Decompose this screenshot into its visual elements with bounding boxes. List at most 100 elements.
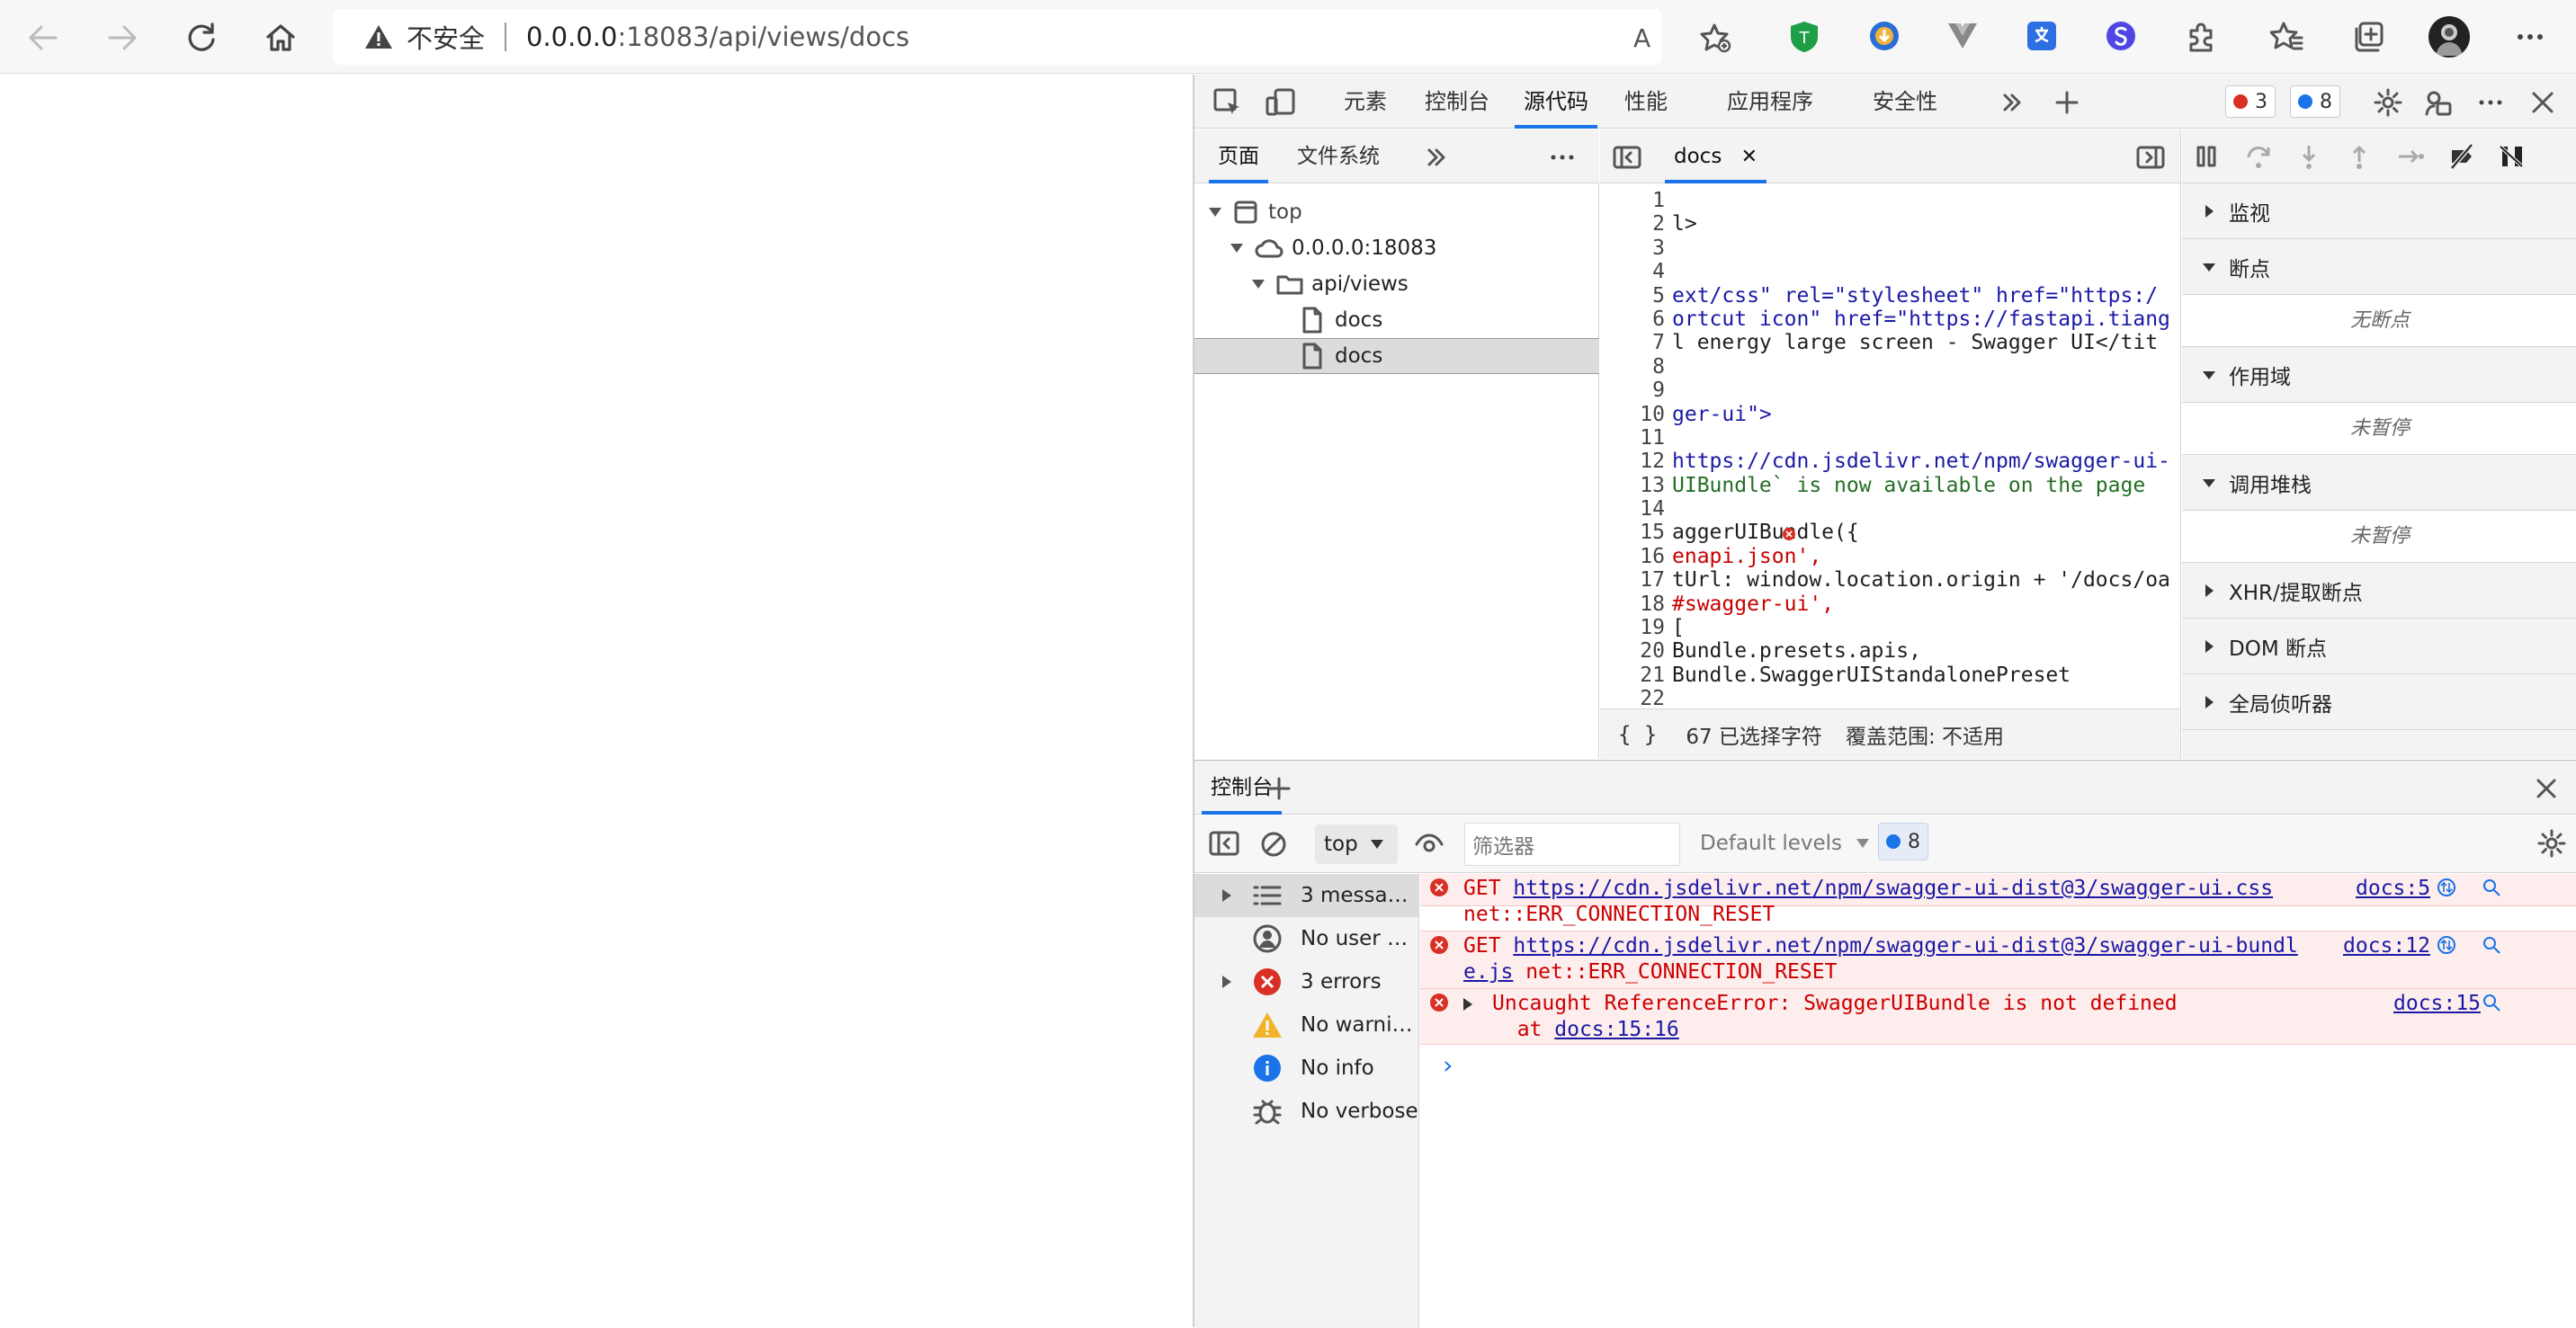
error-count-badge[interactable]: 3	[2225, 85, 2276, 118]
line-number[interactable]: 14	[1600, 497, 1670, 521]
customize-icon[interactable]	[2423, 87, 2454, 118]
s-extension-icon[interactable]	[2105, 20, 2137, 52]
device-toolbar-icon[interactable]	[1265, 87, 1297, 118]
home-button[interactable]	[263, 20, 299, 56]
message-count-badge[interactable]: 8	[2290, 85, 2340, 118]
debugger-section-header[interactable]: 全局侦听器	[2182, 674, 2576, 730]
console-settings-gear-icon[interactable]	[2536, 828, 2567, 859]
line-number[interactable]: 21	[1600, 664, 1670, 687]
close-drawer-icon[interactable]	[2535, 777, 2558, 800]
sidebar-item-info[interactable]: No info	[1194, 1047, 1419, 1090]
translate-extension-icon[interactable]	[2026, 20, 2058, 52]
add-favorite-icon[interactable]	[1700, 22, 1732, 54]
devtools-more-icon[interactable]	[2475, 87, 2506, 118]
debugger-section-header[interactable]: 调用堆栈	[2182, 455, 2576, 511]
tree-item-folder[interactable]: api/views	[1194, 266, 1599, 302]
line-number[interactable]: 12	[1600, 450, 1670, 473]
url-text[interactable]: 0.0.0.0:18083/api/views/docs	[526, 22, 909, 52]
line-number[interactable]: 15	[1600, 521, 1670, 544]
pause-icon[interactable]	[2193, 143, 2220, 170]
debugger-section-header[interactable]: 作用域	[2182, 347, 2576, 403]
pause-on-exceptions-icon[interactable]	[2499, 143, 2526, 170]
line-number[interactable]: 18	[1600, 593, 1670, 616]
line-number[interactable]: 3	[1600, 236, 1670, 260]
favorites-icon[interactable]	[2270, 20, 2304, 54]
line-number[interactable]: 17	[1600, 568, 1670, 592]
stack-trace-link[interactable]: docs:15:16	[1554, 1018, 1678, 1041]
line-number[interactable]: 5	[1600, 284, 1670, 307]
debugger-section-header[interactable]: 断点	[2182, 239, 2576, 295]
line-number[interactable]: 16	[1600, 545, 1670, 568]
console-error-message[interactable]: GET https://cdn.jsdelivr.net/npm/swagger…	[1420, 931, 2576, 989]
toggle-debugger-icon[interactable]	[2136, 145, 2165, 170]
more-menu-icon[interactable]	[2513, 20, 2547, 54]
line-number[interactable]: 13	[1600, 474, 1670, 497]
debugger-section-header[interactable]: 监视	[2182, 183, 2576, 239]
refresh-button[interactable]	[183, 20, 219, 56]
tab-performance[interactable]: 性能	[1624, 75, 1668, 129]
profile-avatar[interactable]	[2428, 16, 2470, 58]
step-icon[interactable]	[2396, 143, 2425, 170]
console-url-link[interactable]: https://cdn.jsdelivr.net/npm/swagger-ui-…	[1513, 934, 2297, 958]
line-number[interactable]: 10	[1600, 403, 1670, 426]
extensions-icon[interactable]	[2184, 20, 2218, 54]
pretty-print-button[interactable]: { }	[1618, 722, 1657, 747]
back-button[interactable]	[25, 20, 61, 56]
editor-tab-docs[interactable]: docs ✕	[1664, 129, 1767, 183]
deactivate-breakpoints-icon[interactable]	[2448, 143, 2475, 170]
line-number[interactable]: 1	[1600, 189, 1670, 212]
step-over-icon[interactable]	[2245, 143, 2274, 170]
tree-item-file-selected[interactable]: docs	[1194, 338, 1599, 374]
tree-item-file[interactable]: docs	[1194, 302, 1599, 338]
close-devtools-icon[interactable]	[2529, 89, 2556, 116]
toggle-navigator-icon[interactable]	[1613, 145, 1641, 170]
collections-icon[interactable]	[2351, 20, 2385, 54]
console-filter-input[interactable]: 筛选器	[1464, 823, 1680, 866]
console-prompt[interactable]: ›	[1440, 1050, 1455, 1080]
tab-elements[interactable]: 元素	[1344, 75, 1387, 129]
sidebar-item-messages[interactable]: 3 messa…	[1194, 874, 1419, 917]
inspect-element-icon[interactable]	[1212, 87, 1243, 118]
shield-extension-icon[interactable]: T	[1788, 20, 1820, 54]
insecure-label[interactable]: 不安全	[407, 18, 485, 56]
sidebar-item-user-messages[interactable]: No user …	[1194, 917, 1419, 960]
line-number[interactable]: 11	[1600, 426, 1670, 450]
tab-sources[interactable]: 源代码	[1515, 75, 1597, 129]
line-number[interactable]: 20	[1600, 639, 1670, 663]
tab-console[interactable]: 控制台	[1425, 75, 1489, 129]
sidebar-item-warnings[interactable]: No warni…	[1194, 1003, 1419, 1047]
tab-security[interactable]: 安全性	[1873, 75, 1937, 129]
code-content[interactable]: l> ext/css" rel="stylesheet" href="https:…	[1672, 189, 2180, 711]
vue-extension-icon[interactable]	[1946, 22, 1979, 50]
clear-console-icon[interactable]	[1259, 830, 1288, 859]
debugger-section-header[interactable]: XHR/提取断点	[2182, 563, 2576, 619]
live-expression-eye-icon[interactable]	[1414, 830, 1445, 859]
sidebar-item-errors[interactable]: 3 errors	[1194, 960, 1419, 1003]
drawer-tab-console[interactable]: 控制台	[1202, 761, 1282, 815]
address-bar[interactable]: 不安全 0.0.0.0:18083/api/views/docs A	[333, 9, 1731, 65]
toggle-sidebar-icon[interactable]	[1209, 830, 1239, 857]
line-number[interactable]: 6	[1600, 307, 1670, 331]
inline-error-icon[interactable]	[1782, 527, 1796, 541]
source-link[interactable]: docs:15	[2393, 991, 2481, 1017]
line-number[interactable]: 8	[1600, 355, 1670, 379]
line-number[interactable]: 19	[1600, 616, 1670, 639]
tab-application[interactable]: 应用程序	[1727, 75, 1813, 129]
line-number[interactable]: 7	[1600, 331, 1670, 354]
tree-item-top[interactable]: top	[1194, 194, 1599, 230]
console-error-message[interactable]: Uncaught ReferenceError: SwaggerUIBundle…	[1420, 989, 2576, 1045]
more-tabs-icon[interactable]	[2000, 91, 2024, 114]
add-drawer-tab-icon[interactable]	[1266, 776, 1292, 801]
context-selector[interactable]: top	[1315, 824, 1398, 864]
add-tab-icon[interactable]	[2054, 90, 2080, 115]
line-number[interactable]: 2	[1600, 212, 1670, 236]
sidebar-item-verbose[interactable]: No verbose	[1194, 1090, 1419, 1133]
tab-page[interactable]: 页面	[1209, 129, 1268, 183]
log-levels-dropdown[interactable]: Default levels	[1700, 832, 1871, 855]
step-out-icon[interactable]	[2346, 143, 2373, 170]
line-number[interactable]: 9	[1600, 379, 1670, 402]
settings-gear-icon[interactable]	[2373, 87, 2403, 118]
forward-button[interactable]	[104, 20, 140, 56]
line-number[interactable]: 22	[1600, 687, 1670, 710]
tree-item-origin[interactable]: 0.0.0.0:18083	[1194, 230, 1599, 266]
